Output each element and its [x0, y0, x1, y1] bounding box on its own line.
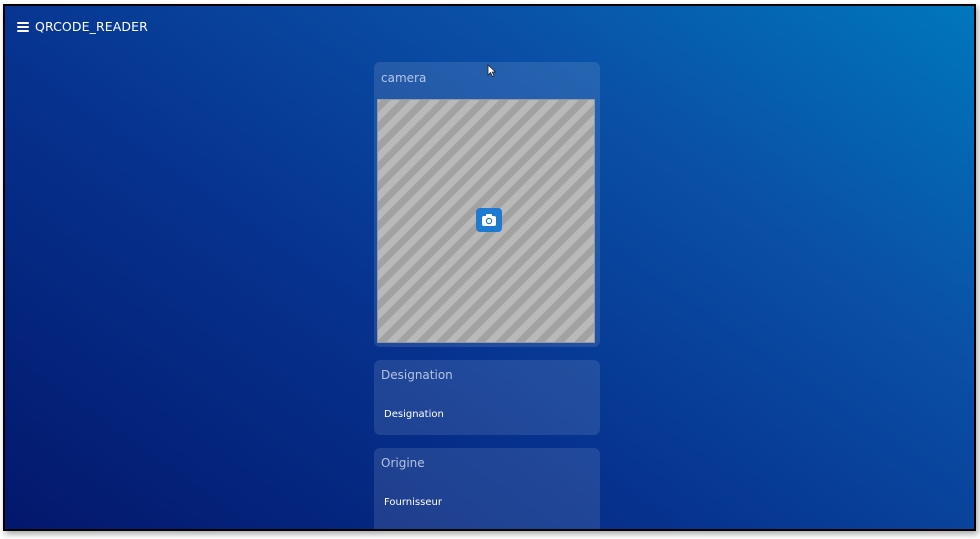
camera-card: camera [374, 62, 600, 347]
camera-capture-button[interactable] [476, 208, 502, 232]
app-window: QRCODE_READER camera Designation Designa… [3, 4, 976, 531]
app-title: QRCODE_READER [35, 19, 148, 34]
camera-icon [482, 214, 496, 226]
designation-card-title: Designation [381, 368, 453, 382]
app-bar: QRCODE_READER [17, 19, 148, 34]
designation-value: Designation [384, 409, 444, 420]
camera-card-title: camera [381, 71, 427, 85]
designation-card: Designation Designation [374, 360, 600, 435]
origine-value: Fournisseur [384, 497, 442, 508]
hamburger-menu-icon[interactable] [17, 21, 29, 32]
origine-card-title: Origine [381, 456, 425, 470]
origine-card: Origine Fournisseur [374, 448, 600, 529]
camera-preview[interactable] [377, 99, 595, 343]
mouse-cursor-icon [487, 64, 497, 78]
